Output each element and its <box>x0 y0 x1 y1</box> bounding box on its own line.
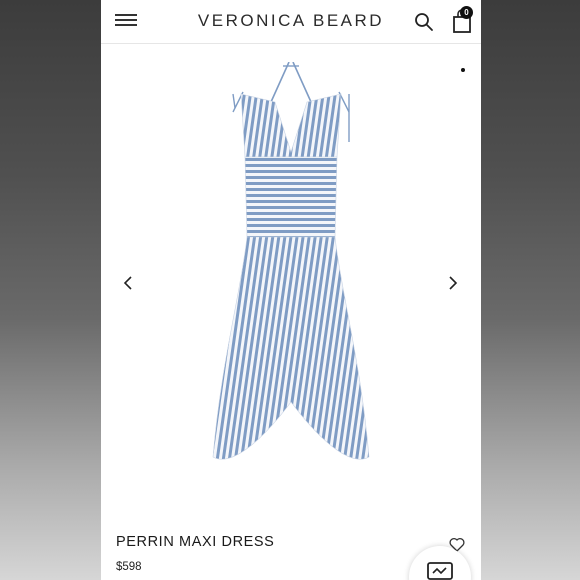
bag-count-badge: 0 <box>460 6 473 19</box>
top-navigation-bar: VERONICA BEARD 0 <box>101 0 481 44</box>
product-page: VERONICA BEARD 0 PERRIN MAXI DRESS $598 <box>101 0 481 580</box>
brand-logo[interactable]: VERONICA BEARD <box>191 11 391 31</box>
search-icon[interactable] <box>414 12 434 32</box>
chevron-right-icon[interactable] <box>446 273 460 293</box>
blurred-background-left <box>0 0 101 580</box>
chat-icon <box>427 562 453 580</box>
carousel-indicator-dot[interactable] <box>461 68 465 72</box>
product-image[interactable] <box>211 61 371 472</box>
blurred-background-right <box>481 0 580 580</box>
chevron-left-icon[interactable] <box>121 273 135 293</box>
product-name: PERRIN MAXI DRESS <box>116 534 275 550</box>
hamburger-menu-icon[interactable] <box>115 12 137 28</box>
product-price: $598 <box>116 561 142 573</box>
